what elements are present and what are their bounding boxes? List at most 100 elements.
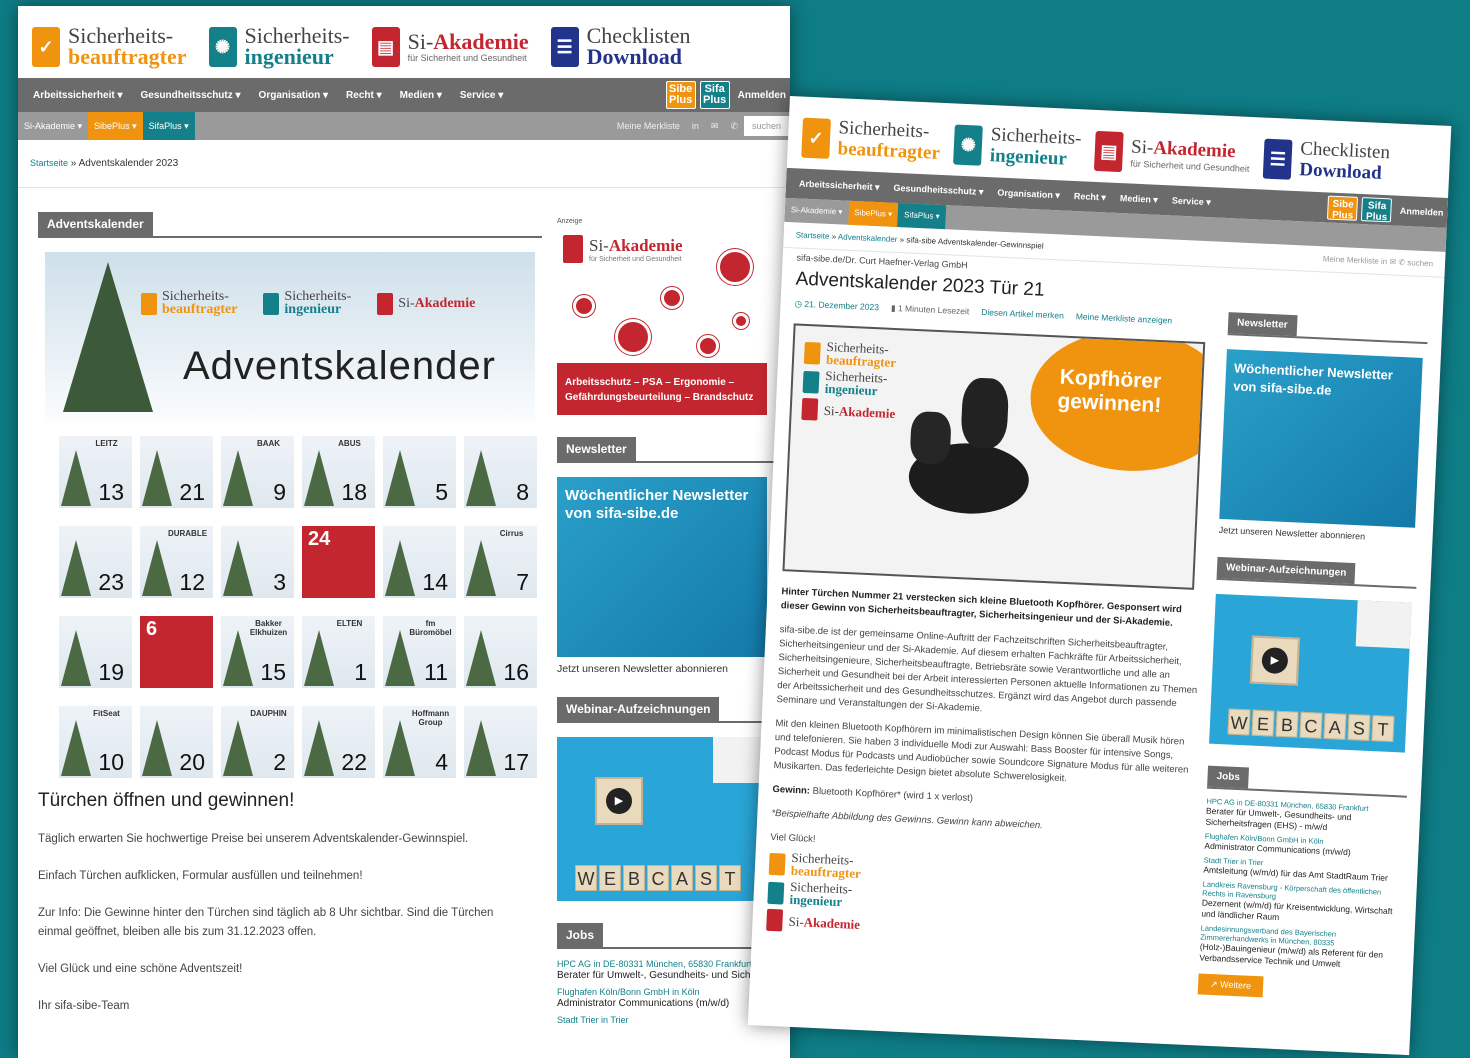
webcast-banner[interactable]: ▶ WEBCAST bbox=[1209, 593, 1412, 753]
jobs-list: HPC AG in DE-80331 München, 65830 Frankf… bbox=[1197, 797, 1407, 1004]
earbud-icon bbox=[909, 410, 952, 465]
brand-sicherheitsbeauftragter[interactable]: ✓ Sicherheits-beauftragter bbox=[801, 117, 941, 165]
advent-door[interactable]: 8 bbox=[464, 436, 537, 508]
nav-recht[interactable]: Recht ▾ bbox=[337, 90, 391, 101]
webcast-banner[interactable]: ▶ WEBCAST bbox=[557, 737, 767, 901]
breadcrumb-current: Adventskalender 2023 bbox=[78, 158, 179, 169]
advent-door[interactable]: LEITZ 13 bbox=[59, 436, 132, 508]
nav-arbeitssicherheit[interactable]: Arbeitssicherheit ▾ bbox=[24, 90, 132, 101]
advent-door[interactable]: fm Büromöbel 11 bbox=[383, 616, 456, 688]
linkedin-icon[interactable]: in bbox=[686, 121, 705, 131]
nav-organisation[interactable]: Organisation ▾ bbox=[250, 90, 337, 101]
nav-medien[interactable]: Medien ▾ bbox=[1113, 192, 1165, 205]
sibe-plus-button[interactable]: Sibe Plus bbox=[1327, 195, 1359, 222]
login-link[interactable]: Anmelden bbox=[1396, 206, 1448, 218]
door-number: 22 bbox=[341, 749, 367, 775]
brand-checklisten-download[interactable]: ☰ Checklisten Download bbox=[550, 25, 691, 68]
door-number: 4 bbox=[435, 749, 448, 775]
subnav-sifaplus[interactable]: SifaPlus ▾ bbox=[142, 112, 195, 140]
advent-door[interactable]: 5 bbox=[383, 436, 456, 508]
checkmark-logo-icon: ✓ bbox=[32, 27, 60, 67]
bookmark-link[interactable]: Diesen Artikel merken bbox=[981, 307, 1064, 322]
mail-icon[interactable]: ✉ bbox=[705, 121, 725, 132]
search-input[interactable]: suchen bbox=[744, 116, 790, 136]
newsletter-banner[interactable]: Wöchentlicher Newsletter von sifa-sibe.d… bbox=[1219, 349, 1423, 528]
brand-checklisten-download[interactable]: ☰ Checklisten Download bbox=[1262, 138, 1390, 186]
sibe-plus-button[interactable]: Sibe Plus bbox=[665, 81, 696, 109]
advent-door[interactable]: 24 bbox=[302, 526, 375, 598]
advent-door[interactable]: BAAK 9 bbox=[221, 436, 294, 508]
nav-medien[interactable]: Medien ▾ bbox=[391, 90, 451, 101]
sifa-plus-button[interactable]: Sifa Plus bbox=[1361, 197, 1393, 223]
advent-door[interactable]: FitSeat 10 bbox=[59, 706, 132, 778]
advent-door[interactable]: 20 bbox=[140, 706, 213, 778]
door-number: 13 bbox=[98, 479, 124, 505]
door-number: 18 bbox=[341, 479, 367, 505]
advent-door[interactable]: Cirrus 7 bbox=[464, 526, 537, 598]
si-akademie-ad[interactable]: Si-Akademie für Sicherheit und Gesundheit… bbox=[557, 229, 767, 415]
nav-recht[interactable]: Recht ▾ bbox=[1067, 190, 1113, 203]
nav-service[interactable]: Service ▾ bbox=[451, 90, 512, 101]
nav-arbeitssicherheit[interactable]: Arbeitssicherheit ▾ bbox=[792, 178, 887, 193]
newsletter-link[interactable]: Jetzt unseren Newsletter abonnieren bbox=[1219, 525, 1419, 544]
christmas-tree-icon bbox=[63, 262, 153, 412]
christmas-tree-icon bbox=[385, 720, 415, 776]
hero-title: Adventskalender bbox=[183, 344, 496, 388]
nav-gesundheitsschutz[interactable]: Gesundheitsschutz ▾ bbox=[886, 182, 990, 198]
subnav-sibeplus[interactable]: SibePlus ▾ bbox=[847, 200, 899, 228]
christmas-tree-icon bbox=[466, 540, 496, 596]
more-jobs-button[interactable]: ↗ Weitere bbox=[1197, 973, 1264, 998]
advent-door[interactable]: 23 bbox=[59, 526, 132, 598]
christmas-tree-icon bbox=[385, 630, 415, 686]
door-number: 7 bbox=[516, 569, 529, 595]
nav-service[interactable]: Service ▾ bbox=[1165, 195, 1218, 208]
brand-sicherheitsingenieur[interactable]: ✺ Sicherheits-ingenieur bbox=[208, 25, 350, 68]
breadcrumb-home[interactable]: Startseite bbox=[30, 158, 68, 168]
advent-door[interactable]: 16 bbox=[464, 616, 537, 688]
phone-icon[interactable]: ✆ bbox=[724, 121, 744, 132]
brand-sicherheitsbeauftragter[interactable]: ✓ Sicherheits-beauftragter bbox=[32, 25, 187, 68]
advent-door[interactable]: 22 bbox=[302, 706, 375, 778]
jobs-heading: Jobs bbox=[1207, 765, 1250, 789]
christmas-tree-icon bbox=[61, 720, 91, 776]
door-sponsor-label: Cirrus bbox=[499, 529, 524, 538]
brand-sicherheitsingenieur[interactable]: ✺ Sicherheits-ingenieur bbox=[953, 124, 1082, 172]
christmas-tree-icon bbox=[466, 450, 496, 506]
door-21-article-page: ✓ Sicherheits-beauftragter ✺ Sicherheits… bbox=[747, 96, 1452, 1056]
advent-door[interactable]: ELTEN 1 bbox=[302, 616, 375, 688]
door-sponsor-label: ABUS bbox=[338, 439, 361, 448]
sifa-plus-button[interactable]: Sifa Plus bbox=[699, 81, 730, 109]
door-number: 20 bbox=[179, 749, 205, 775]
door-number: 16 bbox=[503, 659, 529, 685]
webinar-heading: Webinar-Aufzeichnungen bbox=[1216, 556, 1356, 585]
merkliste-link[interactable]: Meine Merkliste bbox=[611, 121, 686, 131]
christmas-tree-icon bbox=[385, 540, 415, 596]
login-link[interactable]: Anmelden bbox=[734, 90, 790, 101]
advent-door[interactable]: 19 bbox=[59, 616, 132, 688]
show-merkliste-link[interactable]: Meine Merkliste anzeigen bbox=[1076, 311, 1173, 326]
newsletter-link[interactable]: Jetzt unseren Newsletter abonnieren bbox=[557, 663, 789, 675]
advent-door[interactable]: DAUPHIN 2 bbox=[221, 706, 294, 778]
advent-door[interactable]: Bakker Elkhuizen 15 bbox=[221, 616, 294, 688]
subnav-sibeplus[interactable]: SibePlus ▾ bbox=[88, 112, 143, 140]
brand-si-akademie[interactable]: ▤ Si-Akademie für Sicherheit und Gesundhe… bbox=[1094, 130, 1251, 178]
newsletter-banner[interactable]: Wöchentlicher Newsletter von sifa-sibe.d… bbox=[557, 477, 767, 657]
subnav-si-akademie[interactable]: Si-Akademie ▾ bbox=[784, 198, 849, 225]
advent-door[interactable]: 14 bbox=[383, 526, 456, 598]
advent-door[interactable]: 6 bbox=[140, 616, 213, 688]
subnav-sifaplus[interactable]: SifaPlus ▾ bbox=[897, 203, 947, 230]
advent-door[interactable]: 17 bbox=[464, 706, 537, 778]
boot-icon bbox=[661, 287, 683, 309]
advent-door[interactable]: Hoffmann Group 4 bbox=[383, 706, 456, 778]
advent-door[interactable]: DURABLE 12 bbox=[140, 526, 213, 598]
advent-door[interactable]: 21 bbox=[140, 436, 213, 508]
cta-heading: Türchen öffnen und gewinnen! bbox=[38, 790, 295, 811]
subnav-si-akademie[interactable]: Si-Akademie ▾ bbox=[18, 112, 88, 140]
prize-image: Kopfhörer gewinnen! Sicherheits-beauftra… bbox=[782, 323, 1206, 590]
nav-organisation[interactable]: Organisation ▾ bbox=[990, 187, 1067, 201]
advent-door[interactable]: 3 bbox=[221, 526, 294, 598]
nav-gesundheitsschutz[interactable]: Gesundheitsschutz ▾ bbox=[132, 90, 250, 101]
advent-door[interactable]: ABUS 18 bbox=[302, 436, 375, 508]
coverall-icon bbox=[717, 249, 753, 285]
brand-si-akademie[interactable]: ▤ Si-Akademie für Sicherheit und Gesundhe… bbox=[371, 27, 529, 67]
